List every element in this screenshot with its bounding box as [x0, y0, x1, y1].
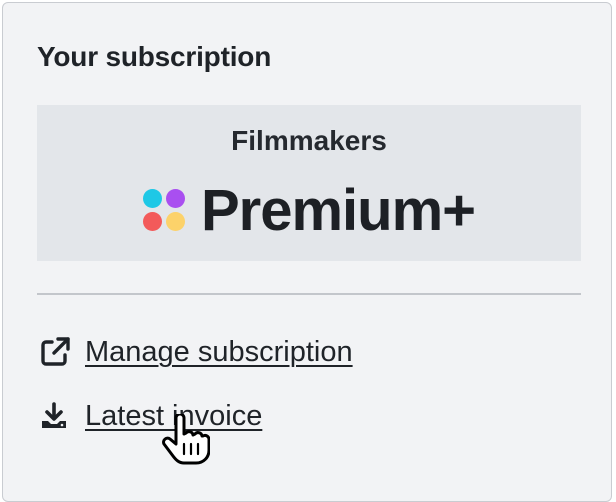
plan-group-name: Filmmakers: [231, 125, 387, 156]
manage-subscription-label[interactable]: Manage subscription: [85, 332, 353, 372]
latest-invoice-link[interactable]: Latest invoice: [39, 396, 262, 436]
hand-pointer-icon: [160, 412, 211, 466]
manage-subscription-link[interactable]: Manage subscription: [39, 332, 353, 372]
logo-dot-red: [142, 212, 162, 231]
divider: [37, 293, 581, 295]
logo-dot-purple: [165, 189, 185, 208]
premium-logo-icon: [142, 189, 187, 233]
logo-dot-cyan: [142, 189, 162, 208]
plan-tier-name: Premium+: [200, 178, 476, 243]
subscription-card: Your subscription Filmmakers Premium+ Ma…: [2, 2, 612, 502]
download-icon: [39, 399, 73, 433]
plan-tier-row: Premium+: [37, 179, 581, 243]
card-title: Your subscription: [37, 41, 272, 72]
plan-box: Filmmakers Premium+: [37, 105, 581, 261]
logo-dot-yellow: [165, 212, 185, 231]
external-link-icon: [39, 335, 73, 369]
